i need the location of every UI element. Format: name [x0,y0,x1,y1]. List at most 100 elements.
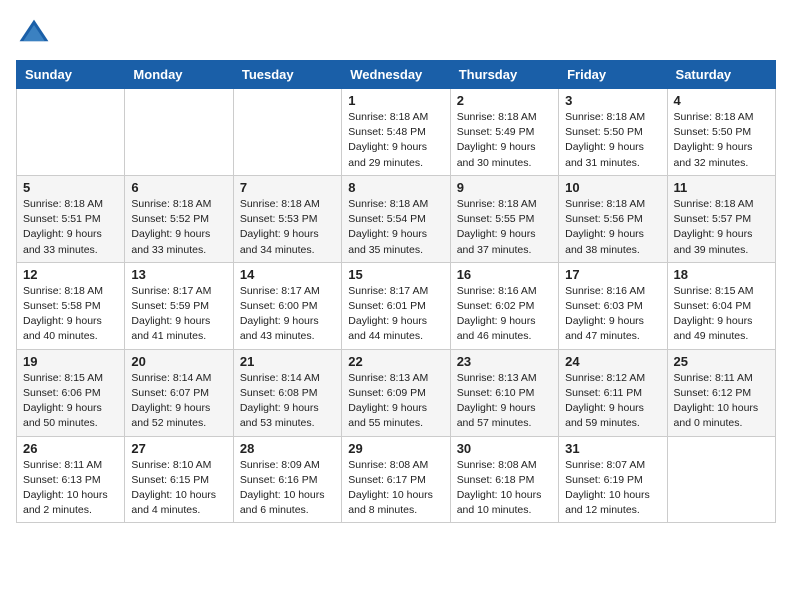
cell-info: Sunrise: 8:18 AM Sunset: 5:51 PM Dayligh… [23,197,118,258]
calendar-cell: 7 Sunrise: 8:18 AM Sunset: 5:53 PM Daylig… [233,175,341,262]
day-number: 4 [674,93,769,108]
cell-info: Sunrise: 8:17 AM Sunset: 6:01 PM Dayligh… [348,284,443,345]
calendar-cell: 5 Sunrise: 8:18 AM Sunset: 5:51 PM Daylig… [17,175,125,262]
day-number: 21 [240,354,335,369]
day-number: 19 [23,354,118,369]
calendar-cell: 23 Sunrise: 8:13 AM Sunset: 6:10 PM Dayli… [450,349,558,436]
weekday-header-wednesday: Wednesday [342,61,450,89]
day-number: 23 [457,354,552,369]
calendar-cell: 13Sunrise: 8:17 AM Sunset: 5:59 PM Dayli… [125,262,233,349]
cell-info: Sunrise: 8:08 AM Sunset: 6:18 PM Dayligh… [457,458,552,519]
day-number: 16 [457,267,552,282]
cell-info: Sunrise: 8:16 AM Sunset: 6:03 PM Dayligh… [565,284,660,345]
day-number: 26 [23,441,118,456]
calendar-row: 5 Sunrise: 8:18 AM Sunset: 5:51 PM Daylig… [17,175,776,262]
day-number: 14 [240,267,335,282]
day-number: 10 [565,180,660,195]
cell-info: Sunrise: 8:13 AM Sunset: 6:09 PM Dayligh… [348,371,443,432]
cell-info: Sunrise: 8:10 AM Sunset: 6:15 PM Dayligh… [131,458,226,519]
cell-info: Sunrise: 8:15 AM Sunset: 6:06 PM Dayligh… [23,371,118,432]
calendar-cell [17,89,125,176]
calendar-cell: 14 Sunrise: 8:17 AM Sunset: 6:00 PM Dayli… [233,262,341,349]
cell-info: Sunrise: 8:18 AM Sunset: 5:57 PM Dayligh… [674,197,769,258]
calendar-cell [233,89,341,176]
weekday-header-row: SundayMondayTuesdayWednesdayThursdayFrid… [17,61,776,89]
calendar-cell: 17 Sunrise: 8:16 AM Sunset: 6:03 PM Dayli… [559,262,667,349]
day-number: 2 [457,93,552,108]
cell-info: Sunrise: 8:18 AM Sunset: 5:58 PM Dayligh… [23,284,118,345]
calendar-cell: 24 Sunrise: 8:12 AM Sunset: 6:11 PM Dayli… [559,349,667,436]
day-number: 20 [131,354,226,369]
calendar-cell: 20 Sunrise: 8:14 AM Sunset: 6:07 PM Dayli… [125,349,233,436]
day-number: 31 [565,441,660,456]
calendar-cell: 8 Sunrise: 8:18 AM Sunset: 5:54 PM Daylig… [342,175,450,262]
calendar-cell: 28 Sunrise: 8:09 AM Sunset: 6:16 PM Dayli… [233,436,341,523]
calendar-cell: 27 Sunrise: 8:10 AM Sunset: 6:15 PM Dayli… [125,436,233,523]
cell-info: Sunrise: 8:18 AM Sunset: 5:54 PM Dayligh… [348,197,443,258]
cell-info: Sunrise: 8:11 AM Sunset: 6:12 PM Dayligh… [674,371,769,432]
calendar-cell [125,89,233,176]
calendar-cell: 3 Sunrise: 8:18 AM Sunset: 5:50 PM Daylig… [559,89,667,176]
cell-info: Sunrise: 8:18 AM Sunset: 5:49 PM Dayligh… [457,110,552,171]
calendar-cell: 22Sunrise: 8:13 AM Sunset: 6:09 PM Dayli… [342,349,450,436]
day-number: 29 [348,441,443,456]
day-number: 9 [457,180,552,195]
day-number: 13 [131,267,226,282]
day-number: 24 [565,354,660,369]
calendar-row: 19 Sunrise: 8:15 AM Sunset: 6:06 PM Dayli… [17,349,776,436]
cell-info: Sunrise: 8:16 AM Sunset: 6:02 PM Dayligh… [457,284,552,345]
calendar-cell: 1 Sunrise: 8:18 AM Sunset: 5:48 PM Daylig… [342,89,450,176]
cell-info: Sunrise: 8:11 AM Sunset: 6:13 PM Dayligh… [23,458,118,519]
day-number: 1 [348,93,443,108]
calendar-cell: 2 Sunrise: 8:18 AM Sunset: 5:49 PM Daylig… [450,89,558,176]
calendar-cell: 21 Sunrise: 8:14 AM Sunset: 6:08 PM Dayli… [233,349,341,436]
logo [16,16,56,52]
cell-info: Sunrise: 8:14 AM Sunset: 6:08 PM Dayligh… [240,371,335,432]
cell-info: Sunrise: 8:07 AM Sunset: 6:19 PM Dayligh… [565,458,660,519]
cell-info: Sunrise: 8:18 AM Sunset: 5:48 PM Dayligh… [348,110,443,171]
day-number: 28 [240,441,335,456]
cell-info: Sunrise: 8:17 AM Sunset: 6:00 PM Dayligh… [240,284,335,345]
calendar-cell: 6Sunrise: 8:18 AM Sunset: 5:52 PM Daylig… [125,175,233,262]
day-number: 5 [23,180,118,195]
cell-info: Sunrise: 8:09 AM Sunset: 6:16 PM Dayligh… [240,458,335,519]
cell-info: Sunrise: 8:18 AM Sunset: 5:50 PM Dayligh… [565,110,660,171]
day-number: 25 [674,354,769,369]
calendar-cell: 29 Sunrise: 8:08 AM Sunset: 6:17 PM Dayli… [342,436,450,523]
calendar-cell: 12 Sunrise: 8:18 AM Sunset: 5:58 PM Dayli… [17,262,125,349]
day-number: 27 [131,441,226,456]
calendar-cell [667,436,775,523]
weekday-header-friday: Friday [559,61,667,89]
weekday-header-tuesday: Tuesday [233,61,341,89]
cell-info: Sunrise: 8:14 AM Sunset: 6:07 PM Dayligh… [131,371,226,432]
weekday-header-saturday: Saturday [667,61,775,89]
calendar-cell: 10 Sunrise: 8:18 AM Sunset: 5:56 PM Dayli… [559,175,667,262]
day-number: 12 [23,267,118,282]
calendar: SundayMondayTuesdayWednesdayThursdayFrid… [16,60,776,523]
logo-icon [16,16,52,52]
weekday-header-monday: Monday [125,61,233,89]
calendar-cell: 26 Sunrise: 8:11 AM Sunset: 6:13 PM Dayli… [17,436,125,523]
day-number: 30 [457,441,552,456]
day-number: 8 [348,180,443,195]
cell-info: Sunrise: 8:13 AM Sunset: 6:10 PM Dayligh… [457,371,552,432]
calendar-row: 12 Sunrise: 8:18 AM Sunset: 5:58 PM Dayli… [17,262,776,349]
calendar-cell: 11Sunrise: 8:18 AM Sunset: 5:57 PM Dayli… [667,175,775,262]
day-number: 7 [240,180,335,195]
cell-info: Sunrise: 8:12 AM Sunset: 6:11 PM Dayligh… [565,371,660,432]
day-number: 15 [348,267,443,282]
calendar-row: 26 Sunrise: 8:11 AM Sunset: 6:13 PM Dayli… [17,436,776,523]
calendar-cell: 4Sunrise: 8:18 AM Sunset: 5:50 PM Daylig… [667,89,775,176]
calendar-cell: 31 Sunrise: 8:07 AM Sunset: 6:19 PM Dayli… [559,436,667,523]
calendar-cell: 16 Sunrise: 8:16 AM Sunset: 6:02 PM Dayli… [450,262,558,349]
day-number: 17 [565,267,660,282]
weekday-header-sunday: Sunday [17,61,125,89]
cell-info: Sunrise: 8:18 AM Sunset: 5:53 PM Dayligh… [240,197,335,258]
calendar-cell: 15 Sunrise: 8:17 AM Sunset: 6:01 PM Dayli… [342,262,450,349]
cell-info: Sunrise: 8:08 AM Sunset: 6:17 PM Dayligh… [348,458,443,519]
cell-info: Sunrise: 8:18 AM Sunset: 5:56 PM Dayligh… [565,197,660,258]
day-number: 18 [674,267,769,282]
calendar-cell: 18Sunrise: 8:15 AM Sunset: 6:04 PM Dayli… [667,262,775,349]
page-header [16,16,776,52]
day-number: 3 [565,93,660,108]
